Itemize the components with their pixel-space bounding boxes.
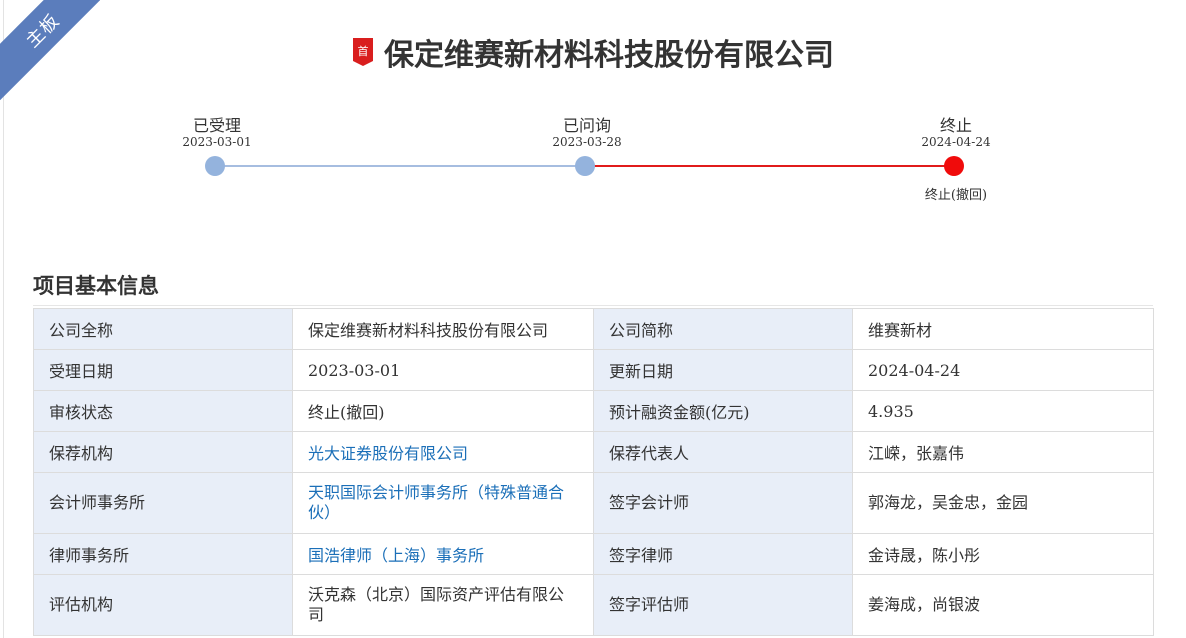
sponsor-link[interactable]: 光大证券股份有限公司 [308,444,468,463]
info-value: 终止(撤回) [292,390,594,432]
info-label: 签字评估师 [593,574,853,636]
progress-timeline: 已受理 2023-03-01 已问询 2023-03-28 终止 2024-04… [0,100,1186,220]
info-value: 金诗晟，陈小彤 [852,533,1154,575]
step-label-terminated: 终止 [939,116,972,135]
step-date-terminated: 2024-04-24 [921,135,991,149]
title-row: 首 保定维赛新材料科技股份有限公司 [0,30,1186,74]
law-firm-link[interactable]: 国浩律师（上海）事务所 [308,546,484,565]
section-title: 项目基本信息 [33,273,159,298]
info-label: 审核状态 [33,390,293,432]
timeline-line-completed [215,165,585,167]
info-value: 姜海成，尚银波 [852,574,1154,636]
info-label: 评估机构 [33,574,293,636]
step-date-inquired: 2023-03-28 [552,135,622,149]
table-row: 公司全称 保定维赛新材料科技股份有限公司 公司简称 维赛新材 [33,308,1154,350]
info-label: 会计师事务所 [33,472,293,534]
step-dot-accepted [205,156,225,176]
table-row: 评估机构 沃克森（北京）国际资产评估有限公司 签字评估师 姜海成，尚银波 [33,574,1154,636]
info-label: 更新日期 [593,349,853,391]
table-row: 会计师事务所 天职国际会计师事务所（特殊普通合伙） 签字会计师 郭海龙，吴金忠，… [33,472,1154,534]
table-row: 保荐机构 光大证券股份有限公司 保荐代表人 江嵘，张嘉伟 [33,431,1154,473]
info-value: 江嵘，张嘉伟 [852,431,1154,473]
timeline-line-terminated [585,165,954,167]
info-value: 保定维赛新材料科技股份有限公司 [292,308,594,350]
info-label: 预计融资金额(亿元) [593,390,853,432]
info-value: 沃克森（北京）国际资产评估有限公司 [292,574,594,636]
info-label: 受理日期 [33,349,293,391]
section-divider [33,305,1153,306]
page-title: 保定维赛新材料科技股份有限公司 [384,38,834,73]
step-label-inquired: 已问询 [562,116,611,135]
info-label: 公司简称 [593,308,853,350]
info-value: 4.935 [852,390,1154,432]
info-label: 公司全称 [33,308,293,350]
info-label: 律师事务所 [33,533,293,575]
project-info-table: 公司全称 保定维赛新材料科技股份有限公司 公司简称 维赛新材 受理日期 2023… [33,308,1154,636]
info-value: 维赛新材 [852,308,1154,350]
info-value: 2023-03-01 [292,349,594,391]
table-row: 审核状态 终止(撤回) 预计融资金额(亿元) 4.935 [33,390,1154,432]
info-label: 保荐机构 [33,431,293,473]
step-date-accepted: 2023-03-01 [182,135,252,149]
table-row: 律师事务所 国浩律师（上海）事务所 签字律师 金诗晟，陈小彤 [33,533,1154,575]
info-label: 签字会计师 [593,472,853,534]
accounting-firm-link[interactable]: 天职国际会计师事务所（特殊普通合伙） [308,483,564,522]
step-note-terminated: 终止(撤回) [924,188,988,203]
first-filing-badge-icon: 首 [353,38,373,66]
info-label: 保荐代表人 [593,431,853,473]
table-row: 受理日期 2023-03-01 更新日期 2024-04-24 [33,349,1154,391]
step-dot-terminated [944,156,964,176]
step-label-accepted: 已受理 [192,116,241,135]
info-value: 郭海龙，吴金忠，金园 [852,472,1154,534]
info-value: 2024-04-24 [852,349,1154,391]
step-dot-inquired [575,156,595,176]
badge-char: 首 [358,44,369,58]
info-label: 签字律师 [593,533,853,575]
